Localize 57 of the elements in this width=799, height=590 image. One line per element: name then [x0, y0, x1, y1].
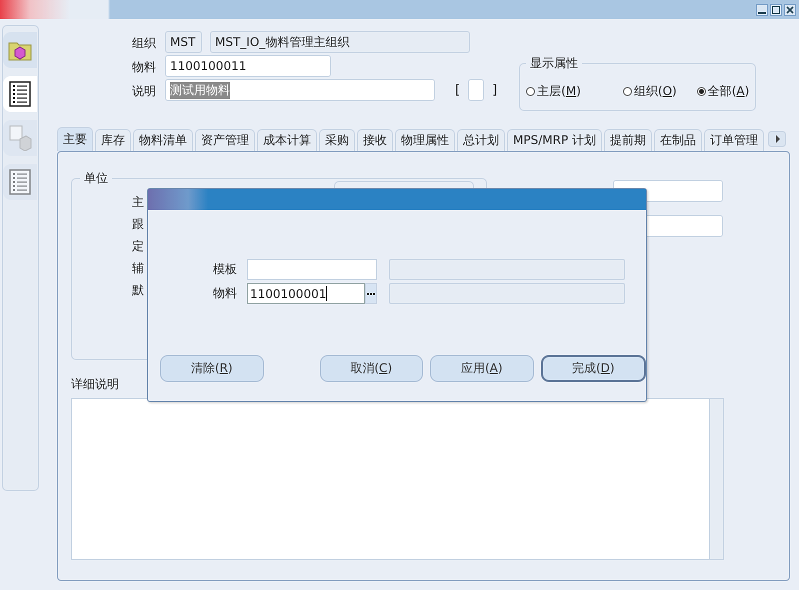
form-icon [8, 125, 32, 151]
dialog-button[interactable]: 清除(R) [160, 355, 264, 382]
field-label: 物料 [132, 59, 156, 76]
tab[interactable]: 订单管理 [704, 129, 764, 151]
tab[interactable]: 接收 [357, 129, 393, 151]
maximize-button[interactable] [770, 4, 782, 16]
minimize-icon [758, 12, 766, 14]
sidebar-item[interactable] [3, 76, 37, 112]
input-field[interactable] [247, 259, 377, 280]
field-label: 说明 [132, 83, 156, 100]
group-title: 单位 [83, 170, 109, 187]
tab[interactable]: 库存 [95, 129, 131, 151]
maximize-icon [772, 6, 780, 14]
list-icon [9, 81, 31, 107]
dialog-button[interactable]: 取消(C) [320, 355, 423, 382]
tab[interactable]: 在制品 [654, 129, 702, 151]
tab[interactable]: 成本计算 [257, 129, 317, 151]
tab[interactable]: 资产管理 [195, 129, 255, 151]
scrollbar[interactable] [709, 399, 723, 559]
list-icon [9, 169, 31, 195]
radio-icon[interactable] [526, 86, 536, 96]
group-title: 显示属性 [529, 55, 580, 72]
dialog-button[interactable]: 完成(D) [540, 355, 646, 382]
input-field[interactable]: 1100100001 [247, 283, 365, 304]
bracket: [ [455, 82, 460, 98]
field-label: 模板 [212, 261, 238, 278]
radio-option[interactable]: 全部(A) [696, 82, 750, 100]
close-icon [786, 6, 794, 14]
flex-field[interactable] [468, 79, 484, 101]
field-label: 组织 [132, 35, 156, 52]
field-label: 默 [132, 282, 144, 299]
field-label: 跟 [132, 216, 144, 233]
tab[interactable]: MPS/MRP 计划 [507, 129, 602, 151]
radio-icon[interactable] [622, 86, 632, 96]
radio-icon[interactable] [696, 86, 706, 96]
minimize-button[interactable] [756, 4, 768, 16]
field-label: 主 [132, 194, 144, 211]
tab[interactable]: 主要 [57, 127, 93, 151]
tab[interactable]: 采购 [319, 129, 355, 151]
org-code-field[interactable]: MST [165, 31, 202, 53]
close-button[interactable] [784, 4, 796, 16]
bracket: ] [492, 82, 498, 98]
org-name-field[interactable]: MST_IO_物料管理主组织 [210, 31, 470, 53]
tab[interactable]: 物料清单 [133, 129, 193, 151]
radio-option[interactable]: 主层(M) [526, 82, 581, 100]
radio-option[interactable]: 组织(O) [622, 82, 677, 100]
tab[interactable]: 提前期 [604, 129, 652, 151]
scroll-right-icon[interactable] [768, 131, 786, 147]
field-label: 物料 [212, 285, 238, 302]
dialog-button[interactable]: 应用(A) [430, 355, 534, 382]
field-label: 详细说明 [71, 376, 120, 393]
field-label: 辅 [132, 260, 144, 277]
list-of-values-button[interactable] [365, 283, 377, 304]
field-label: 定 [132, 238, 144, 255]
item-field[interactable]: 1100100011 [165, 55, 331, 77]
tab[interactable]: 总计划 [457, 129, 505, 151]
tab[interactable]: 物理属性 [395, 129, 455, 151]
